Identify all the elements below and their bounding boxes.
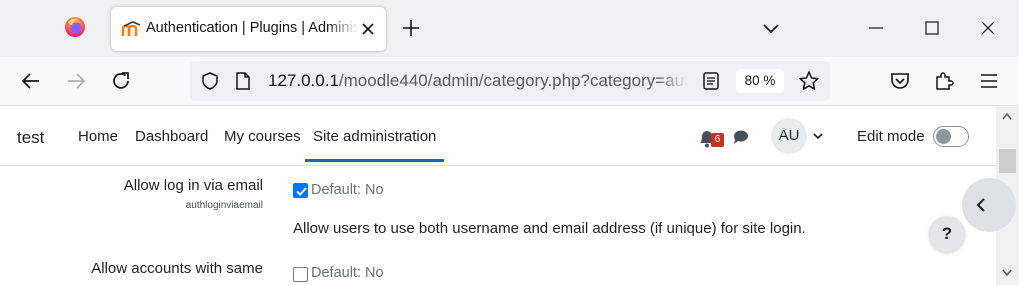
- reader-view-icon[interactable]: [702, 71, 720, 91]
- user-menu-chevron-icon[interactable]: [812, 130, 824, 142]
- url-host: 127.0.0.1: [268, 71, 339, 90]
- maximize-window-icon[interactable]: [922, 18, 942, 38]
- allowaccountssameemail-checkbox[interactable]: [293, 267, 308, 282]
- browser-tab-strip: Authentication | Plugins | Administratio…: [0, 0, 1019, 57]
- extensions-puzzle-icon[interactable]: [932, 69, 956, 93]
- pocket-icon[interactable]: [888, 69, 912, 93]
- firefox-logo-icon[interactable]: [64, 16, 86, 38]
- nav-my-courses[interactable]: My courses: [224, 128, 301, 145]
- edit-mode-label: Edit mode: [857, 128, 925, 145]
- setting-description: Allow users to use both username and ema…: [293, 220, 806, 237]
- setting-label-authloginviaemail: Allow log in via email: [123, 177, 263, 194]
- reload-icon[interactable]: [109, 69, 133, 93]
- list-all-tabs-chevron-icon[interactable]: [760, 17, 782, 39]
- tracking-protection-shield-icon[interactable]: [200, 71, 220, 91]
- toggle-knob: [936, 129, 951, 144]
- help-button[interactable]: ?: [929, 216, 965, 252]
- minimize-window-icon[interactable]: [866, 18, 886, 38]
- back-arrow-icon[interactable]: [19, 69, 43, 93]
- moodle-primary-navigation: test Home Dashboard My courses Site admi…: [0, 106, 996, 166]
- moodle-favicon-icon: [121, 21, 141, 36]
- tab-title: Authentication | Plugins | Administratio…: [146, 20, 358, 36]
- close-window-icon[interactable]: [978, 18, 998, 38]
- default-value-text: Default: No: [311, 265, 384, 281]
- page-info-icon[interactable]: [234, 71, 252, 91]
- hamburger-menu-icon[interactable]: [977, 69, 1001, 93]
- setting-label-allowaccountssameemail: Allow accounts with same: [91, 260, 263, 277]
- new-tab-plus-icon[interactable]: [400, 17, 422, 39]
- scroll-up-arrow-icon[interactable]: [1002, 112, 1012, 120]
- checkmark-icon: [296, 187, 307, 197]
- setting-id-authloginviaemail: authloginviaemail: [185, 200, 263, 211]
- scrollbar-thumb[interactable]: [999, 149, 1016, 173]
- nav-dashboard[interactable]: Dashboard: [135, 128, 208, 145]
- close-tab-icon[interactable]: [357, 18, 379, 40]
- browser-navigation-bar: 127.0.0.1/moodle440/admin/category.php?c…: [0, 57, 1019, 106]
- url-path: /moodle440/admin/category.php?category=a…: [338, 71, 688, 90]
- zoom-level-button[interactable]: 80 %: [736, 69, 784, 93]
- url-text[interactable]: 127.0.0.1/moodle440/admin/category.php?c…: [268, 71, 688, 91]
- edit-mode-toggle[interactable]: [933, 126, 969, 147]
- site-name[interactable]: test: [17, 128, 44, 148]
- notifications-count-badge: 6: [711, 133, 724, 147]
- default-value-text: Default: No: [311, 182, 384, 198]
- open-block-drawer-button[interactable]: [962, 178, 1016, 232]
- nav-home[interactable]: Home: [78, 128, 118, 145]
- bookmark-star-icon[interactable]: [798, 70, 820, 92]
- forward-arrow-icon[interactable]: [64, 69, 88, 93]
- authloginviaemail-checkbox[interactable]: [293, 183, 308, 198]
- nav-site-administration[interactable]: Site administration: [305, 128, 445, 162]
- chevron-left-icon: [976, 198, 985, 212]
- active-tab[interactable]: Authentication | Plugins | Administratio…: [111, 7, 386, 51]
- address-bar[interactable]: 127.0.0.1/moodle440/admin/category.php?c…: [190, 61, 830, 101]
- scroll-down-arrow-icon[interactable]: [1002, 269, 1012, 277]
- messages-chat-icon[interactable]: [732, 128, 750, 146]
- user-avatar[interactable]: AU: [771, 118, 807, 154]
- settings-content: Allow log in via email authloginviaemail…: [0, 166, 1016, 285]
